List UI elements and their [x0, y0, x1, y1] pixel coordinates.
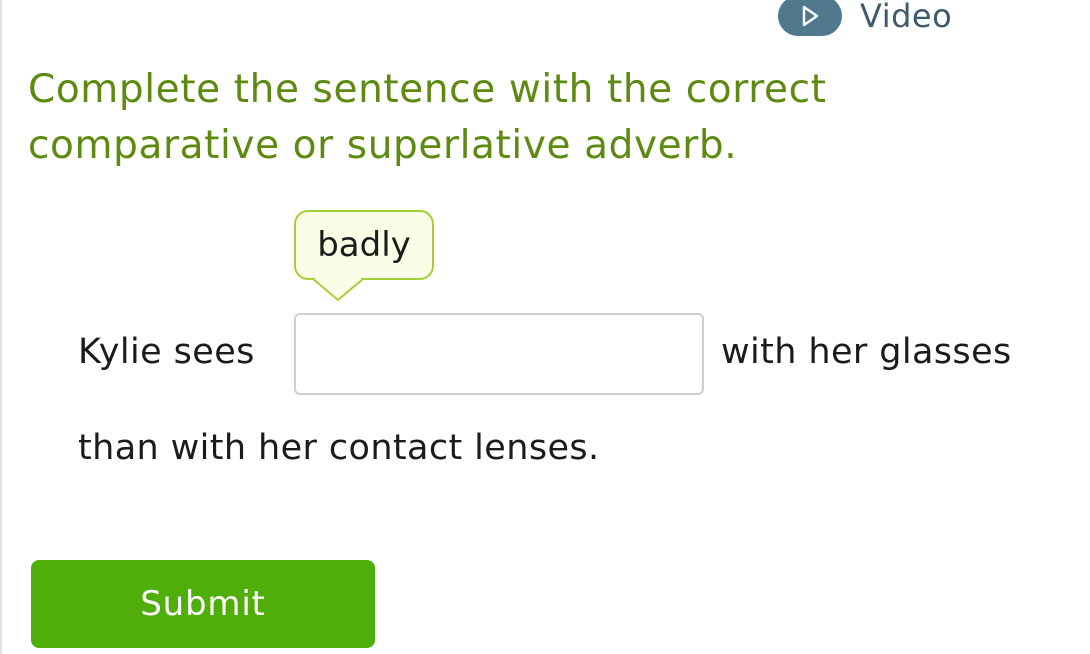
sentence-start: Kylie sees: [78, 332, 255, 372]
page-left-border: [0, 0, 2, 654]
question-instruction: Complete the sentence with the correct c…: [28, 67, 827, 168]
hint-word: badly: [317, 225, 411, 265]
hint-bubble-pointer: [313, 278, 363, 302]
play-icon: [778, 0, 842, 36]
sentence-middle: with her glasses: [721, 332, 1012, 372]
hint-bubble: badly: [294, 210, 434, 280]
sentence-end: than with her contact lenses.: [78, 428, 600, 468]
submit-button[interactable]: Submit: [31, 560, 375, 648]
answer-input[interactable]: [294, 313, 704, 395]
video-label: Video: [860, 0, 953, 35]
video-link[interactable]: Video: [778, 0, 952, 36]
